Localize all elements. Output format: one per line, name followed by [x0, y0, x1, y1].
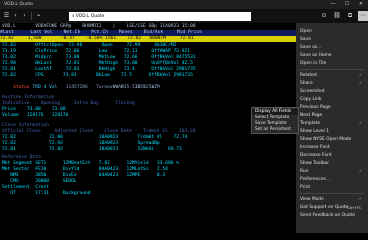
window-titlebar: VOD.L Quote — ☐ ✕: [0, 0, 368, 9]
menu-item-show-toolbar[interactable]: Show Toolbar: [300, 161, 329, 167]
menu-item-share[interactable]: Share ›: [300, 81, 364, 87]
forward-icon[interactable]: ›: [20, 11, 29, 21]
menu-item-get-support-label: Get Support on Quote: [300, 205, 349, 210]
price-bar: 72.82 1,500 -0.37 -0.50% 1561 72.82 8000…: [0, 36, 296, 42]
window-title: VOD.L Quote: [4, 2, 34, 7]
maximize-button[interactable]: ☐: [340, 0, 354, 9]
menu-item-preferences[interactable]: Preferences...: [300, 177, 330, 183]
minimize-button[interactable]: —: [326, 0, 340, 9]
auction-volume-row: Volume 128176 128176: [2, 113, 69, 118]
menu-item-run[interactable]: Run ›: [300, 169, 364, 175]
template-submenu: Display All Fields Select Template Save …: [251, 107, 299, 134]
menu-item-share-label: Share: [300, 81, 313, 86]
menu-item-save[interactable]: Save: [300, 37, 311, 43]
menu-item-template-label: Template: [300, 121, 321, 126]
window-controls: — ☐ ✕: [326, 0, 368, 9]
chevron-right-icon: ›: [359, 73, 361, 78]
close-row-3: 72.81 72.82 18A0923 52WkHi 69.73: [2, 147, 182, 152]
back-icon[interactable]: ‹: [11, 11, 20, 21]
search-value: VOD.L Quote: [75, 13, 105, 19]
menu-item-view-mode-label: View Mode: [300, 197, 324, 202]
reference-row-6: OT 17:31 Background: [2, 191, 91, 196]
context-menu: Open Save Save as... Save as Home Open i…: [296, 23, 368, 233]
menu-item-run-label: Run: [300, 169, 309, 174]
more-icon[interactable]: ⋯: [358, 11, 368, 21]
toolbar-divider: [31, 12, 32, 20]
submenu-item-set-as-persistent[interactable]: Set as Persistent: [255, 127, 291, 133]
menu-item-send-feedback[interactable]: Send Feedback on Quote: [300, 213, 355, 219]
toolbar-right: ⊙ ⛓ ⧉ ⋯: [319, 11, 368, 21]
menu-item-increase-font[interactable]: Increase Font: [300, 145, 330, 151]
chevron-right-icon: ›: [359, 121, 361, 126]
shortcut-label: Ctrl+F1: [347, 206, 361, 210]
menu-item-show-nyse-open-mode[interactable]: Show NYSE Open Mode: [300, 137, 351, 143]
menu-divider: [299, 69, 365, 70]
menu-divider: [299, 193, 365, 194]
menu-item-related-label: Related: [300, 73, 317, 78]
menu-item-open-in-tile[interactable]: Open in Tile: [300, 61, 326, 67]
menu-item-get-support[interactable]: Get Support on Quote Ctrl+F1: [300, 205, 364, 211]
pin-icon[interactable]: ⊙: [319, 11, 329, 21]
menu-item-save-as[interactable]: Save as...: [300, 45, 321, 51]
chevron-right-icon: ›: [359, 169, 361, 174]
menu-item-save-as-home[interactable]: Save as Home: [300, 53, 332, 59]
duplicate-icon[interactable]: ⧉: [345, 11, 355, 21]
menu-item-screenshot[interactable]: Screenshot: [300, 89, 325, 95]
search-input[interactable]: ⌕ VOD.L Quote: [69, 11, 251, 21]
menu-item-next-page[interactable]: Next Page: [300, 113, 322, 119]
menu-item-previous-page[interactable]: Previous Page: [300, 105, 331, 111]
menu-item-template[interactable]: Template ›: [300, 121, 364, 127]
menu-item-view-mode[interactable]: View Mode ›: [300, 197, 364, 203]
menu-item-print[interactable]: Print: [300, 185, 310, 191]
menu-item-copy-link[interactable]: Copy Link: [300, 97, 322, 103]
menu-item-open[interactable]: Open: [300, 29, 312, 35]
menu-item-show-level-1[interactable]: Show Level 1: [300, 129, 329, 135]
chevron-right-icon: ›: [359, 197, 361, 202]
close-button[interactable]: ✕: [354, 0, 368, 9]
link-chain-icon[interactable]: ⛓: [332, 11, 342, 21]
link-icon[interactable]: ⌁: [34, 11, 43, 21]
turnover-row: Turnover 835.53652 x1M: [2, 85, 160, 90]
menu-item-related[interactable]: Related ›: [300, 73, 364, 79]
grid-icon[interactable]: ☰: [2, 11, 11, 21]
chevron-right-icon: ›: [359, 81, 361, 86]
menu-item-decrease-font[interactable]: Decrease Font: [300, 153, 332, 159]
toolbar: ☰ ‹ › ⌁ ⌕ VOD.L Quote ⊙ ⛓ ⧉ ⋯: [0, 9, 368, 23]
